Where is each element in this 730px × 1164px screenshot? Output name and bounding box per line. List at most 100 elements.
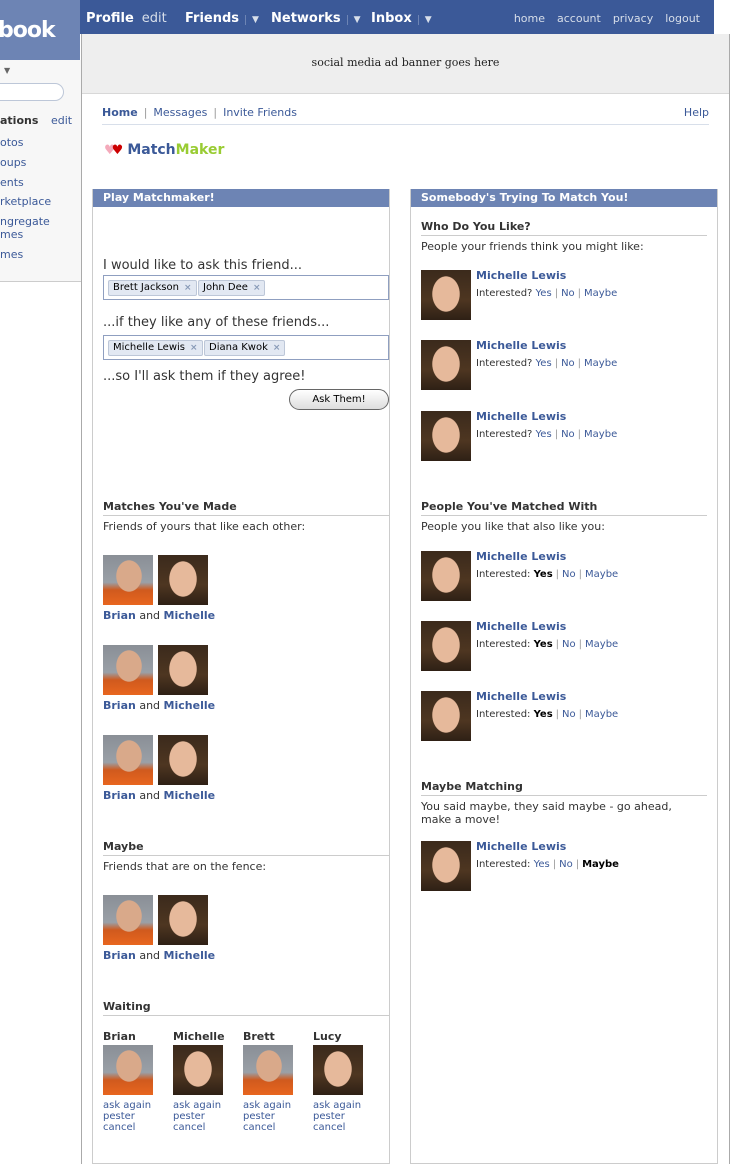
- person-photo[interactable]: [421, 340, 471, 390]
- remove-token-icon[interactable]: ×: [190, 343, 198, 353]
- friend-name-link[interactable]: Michelle: [164, 949, 216, 962]
- no-option[interactable]: No: [562, 569, 576, 580]
- maybe-option[interactable]: Maybe: [584, 288, 617, 299]
- nav-profile-edit[interactable]: edit: [142, 11, 167, 26]
- person-name-link[interactable]: Michelle Lewis: [476, 690, 566, 703]
- no-option[interactable]: No: [562, 639, 576, 650]
- friend-token[interactable]: Michelle Lewis ×: [108, 340, 203, 356]
- remove-token-icon[interactable]: ×: [184, 283, 192, 293]
- nav-profile-label[interactable]: Profile: [86, 11, 134, 26]
- nav-networks[interactable]: Networks ▼: [271, 11, 361, 26]
- friend-name-link[interactable]: Michelle: [164, 609, 216, 622]
- person-photo[interactable]: [421, 551, 471, 601]
- privacy-link[interactable]: privacy: [613, 12, 653, 25]
- ask-friend-input[interactable]: Brett Jackson × John Dee ×: [103, 275, 389, 300]
- nav-inbox-caret-icon[interactable]: ▼: [417, 15, 432, 25]
- friend-token[interactable]: Brett Jackson ×: [108, 280, 197, 296]
- yes-option[interactable]: Yes: [536, 429, 552, 440]
- ask-again-link[interactable]: ask again: [103, 1100, 151, 1111]
- no-option[interactable]: No: [559, 859, 573, 870]
- cancel-link[interactable]: cancel: [243, 1122, 291, 1133]
- maybe-option[interactable]: Maybe: [585, 569, 618, 580]
- friend-token[interactable]: Diana Kwok ×: [204, 340, 286, 356]
- person-photo[interactable]: [421, 411, 471, 461]
- person-photo[interactable]: [421, 691, 471, 741]
- nav-friends-caret-icon[interactable]: ▼: [245, 15, 259, 25]
- yes-option[interactable]: Yes: [534, 859, 550, 870]
- friend-photo[interactable]: [103, 1045, 153, 1095]
- friend-photo[interactable]: [158, 735, 208, 785]
- nav-networks-label[interactable]: Networks: [271, 11, 341, 26]
- waiting-name[interactable]: Lucy: [313, 1030, 342, 1043]
- pester-link[interactable]: pester: [173, 1111, 221, 1122]
- tab-invite-friends[interactable]: Invite Friends: [223, 106, 297, 119]
- person-photo[interactable]: [421, 841, 471, 891]
- search-input[interactable]: [0, 83, 64, 101]
- ask-again-link[interactable]: ask again: [173, 1100, 221, 1111]
- sidebar-item-events[interactable]: ents: [0, 176, 24, 189]
- logout-link[interactable]: logout: [665, 12, 700, 25]
- friend-name-link[interactable]: Michelle: [164, 789, 216, 802]
- friend-photo[interactable]: [243, 1045, 293, 1095]
- pester-link[interactable]: pester: [243, 1111, 291, 1122]
- maybe-option[interactable]: Maybe: [585, 709, 618, 720]
- person-name-link[interactable]: Michelle Lewis: [476, 620, 566, 633]
- friend-photo[interactable]: [103, 645, 153, 695]
- friend-name-link[interactable]: Brian: [103, 789, 136, 802]
- cancel-link[interactable]: cancel: [103, 1122, 151, 1133]
- tab-messages[interactable]: Messages: [153, 106, 207, 119]
- no-option[interactable]: No: [562, 709, 576, 720]
- sidebar-item-groups[interactable]: oups: [0, 156, 26, 169]
- person-name-link[interactable]: Michelle Lewis: [476, 410, 566, 423]
- pester-link[interactable]: pester: [313, 1111, 361, 1122]
- nav-inbox-label[interactable]: Inbox: [371, 11, 412, 26]
- sidebar-item-ingregate[interactable]: ngregate: [0, 215, 50, 228]
- like-friends-input[interactable]: Michelle Lewis × Diana Kwok ×: [103, 335, 389, 360]
- friend-photo[interactable]: [103, 735, 153, 785]
- yes-option[interactable]: Yes: [534, 709, 553, 720]
- nav-friends-label[interactable]: Friends: [185, 11, 239, 26]
- friend-photo[interactable]: [158, 895, 208, 945]
- tab-home[interactable]: Home: [102, 106, 138, 119]
- nav-profile[interactable]: Profile edit: [86, 11, 167, 26]
- help-link[interactable]: Help: [684, 106, 709, 119]
- person-name-link[interactable]: Michelle Lewis: [476, 269, 566, 282]
- ask-again-link[interactable]: ask again: [243, 1100, 291, 1111]
- account-link[interactable]: account: [557, 12, 601, 25]
- yes-option[interactable]: Yes: [534, 639, 553, 650]
- yes-option[interactable]: Yes: [534, 569, 553, 580]
- pester-link[interactable]: pester: [103, 1111, 151, 1122]
- friend-photo[interactable]: [103, 555, 153, 605]
- person-photo[interactable]: [421, 621, 471, 671]
- maybe-option[interactable]: Maybe: [584, 358, 617, 369]
- no-option[interactable]: No: [561, 358, 575, 369]
- friend-name-link[interactable]: Michelle: [164, 699, 216, 712]
- chevron-down-icon[interactable]: ▼: [4, 66, 10, 75]
- person-name-link[interactable]: Michelle Lewis: [476, 339, 566, 352]
- yes-option[interactable]: Yes: [536, 288, 552, 299]
- friend-photo[interactable]: [103, 895, 153, 945]
- friend-photo[interactable]: [313, 1045, 363, 1095]
- ad-banner[interactable]: social media ad banner goes here: [82, 34, 729, 94]
- sidebar-item-marketplace[interactable]: rketplace: [0, 195, 51, 208]
- facebook-logo[interactable]: book: [0, 0, 80, 60]
- friend-name-link[interactable]: Brian: [103, 949, 136, 962]
- nav-inbox[interactable]: Inbox ▼: [371, 11, 432, 26]
- ask-them-button[interactable]: Ask Them!: [289, 389, 389, 410]
- nav-friends[interactable]: Friends ▼: [185, 11, 259, 26]
- waiting-name[interactable]: Brian: [103, 1030, 136, 1043]
- waiting-name[interactable]: Michelle: [173, 1030, 225, 1043]
- nav-networks-caret-icon[interactable]: ▼: [346, 15, 361, 25]
- cancel-link[interactable]: cancel: [173, 1122, 221, 1133]
- applications-edit-link[interactable]: edit: [51, 114, 72, 127]
- sidebar-item-games[interactable]: mes: [0, 248, 23, 261]
- maybe-option[interactable]: Maybe: [584, 429, 617, 440]
- friend-name-link[interactable]: Brian: [103, 609, 136, 622]
- sidebar-item-ingregate-games[interactable]: mes: [0, 228, 23, 241]
- friend-token[interactable]: John Dee ×: [198, 280, 266, 296]
- no-option[interactable]: No: [561, 429, 575, 440]
- friend-photo[interactable]: [158, 555, 208, 605]
- ask-again-link[interactable]: ask again: [313, 1100, 361, 1111]
- yes-option[interactable]: Yes: [536, 358, 552, 369]
- waiting-name[interactable]: Brett: [243, 1030, 275, 1043]
